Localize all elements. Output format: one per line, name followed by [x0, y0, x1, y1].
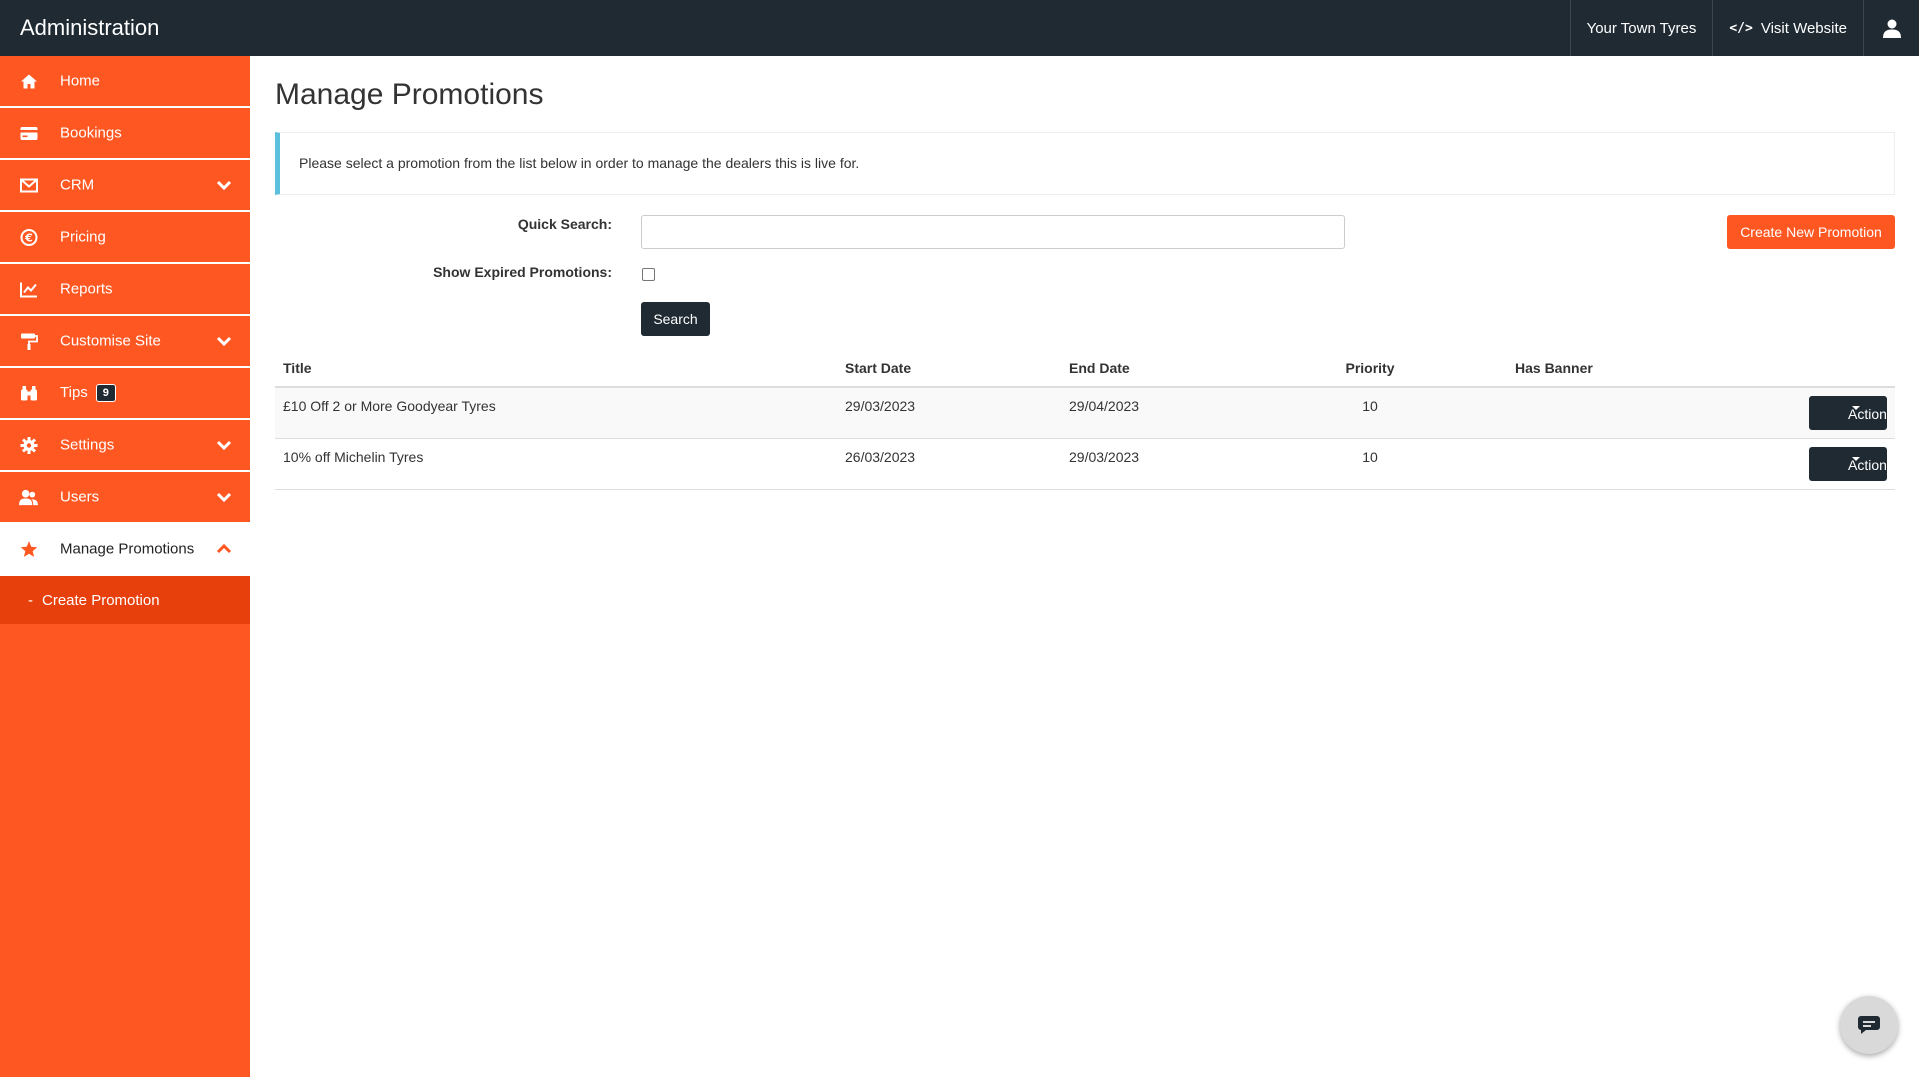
- home-icon: [19, 72, 38, 91]
- visit-website-link[interactable]: </> Visit Website: [1712, 0, 1863, 56]
- users-icon: [19, 488, 38, 507]
- sidebar-subitem-create-promotion[interactable]: - Create Promotion: [0, 576, 250, 624]
- cell-start-date: 26/03/2023: [845, 449, 916, 465]
- table-row[interactable]: £10 Off 2 or More Goodyear Tyres 29/03/2…: [275, 388, 1895, 439]
- show-expired-checkbox[interactable]: [642, 268, 655, 281]
- search-button[interactable]: Search: [641, 302, 710, 336]
- header-end-date[interactable]: End Date: [1069, 360, 1130, 376]
- cell-end-date: 29/04/2023: [1069, 398, 1140, 414]
- header-title[interactable]: Title: [283, 360, 312, 376]
- sidebar-item-reports[interactable]: Reports: [0, 264, 250, 316]
- page-title: Manage Promotions: [275, 78, 544, 111]
- sidebar-item-label: Customise Site: [60, 332, 161, 350]
- info-alert: Please select a promotion from the list …: [275, 132, 1895, 195]
- header-start-date[interactable]: Start Date: [845, 360, 911, 376]
- euro-icon: €: [19, 228, 38, 247]
- sidebar-item-label: Settings: [60, 436, 115, 454]
- dealer-name-link[interactable]: Your Town Tyres: [1569, 0, 1713, 56]
- cell-title: 10% off Michelin Tyres: [283, 449, 424, 465]
- chevron-down-icon: [216, 180, 232, 191]
- binoculars-icon: [19, 384, 38, 403]
- sidebar-item-label: Reports: [60, 280, 113, 298]
- sidebar-item-label: Users: [60, 488, 100, 506]
- chat-widget-button[interactable]: [1840, 996, 1898, 1054]
- dealer-name-label: Your Town Tyres: [1586, 19, 1697, 37]
- paint-roller-icon: [19, 332, 38, 351]
- create-new-promotion-button[interactable]: Create New Promotion: [1727, 215, 1895, 249]
- chevron-down-icon: [216, 492, 232, 503]
- sidebar-item-label: Tips 9: [60, 384, 116, 402]
- cell-start-date: 29/03/2023: [845, 398, 916, 414]
- code-icon: </>: [1729, 20, 1753, 36]
- user-icon: [1882, 19, 1901, 38]
- sidebar-item-manage-promotions[interactable]: Manage Promotions: [0, 524, 250, 576]
- sidebar: Home Bookings CRM € Pricing Reports Cust…: [0, 56, 250, 1077]
- chart-icon: [19, 280, 38, 299]
- sidebar-item-label: Bookings: [60, 124, 122, 142]
- sidebar-item-bookings[interactable]: Bookings: [0, 108, 250, 160]
- cell-title: £10 Off 2 or More Goodyear Tyres: [283, 398, 496, 414]
- tips-label: Tips: [60, 384, 88, 401]
- quick-search-label: Quick Search:: [517, 216, 612, 232]
- header-has-banner[interactable]: Has Banner: [1515, 360, 1593, 376]
- sidebar-item-customise-site[interactable]: Customise Site: [0, 316, 250, 368]
- sidebar-item-settings[interactable]: Settings: [0, 420, 250, 472]
- subitem-label: Create Promotion: [42, 591, 160, 609]
- chevron-down-icon: [216, 336, 232, 347]
- caret-down-icon: [1852, 406, 1860, 410]
- subitem-prefix: -: [28, 591, 33, 609]
- app-title: Administration: [20, 15, 160, 40]
- envelope-icon: [19, 176, 38, 195]
- svg-text:€: €: [24, 231, 33, 244]
- quick-search-input[interactable]: [641, 215, 1345, 249]
- action-dropdown-button[interactable]: Action: [1809, 447, 1887, 481]
- sidebar-item-crm[interactable]: CRM: [0, 160, 250, 212]
- chevron-down-icon: [216, 440, 232, 451]
- gear-icon: [19, 436, 38, 455]
- caret-down-icon: [1852, 457, 1860, 461]
- top-right-menu: Your Town Tyres </> Visit Website: [1569, 0, 1919, 56]
- visit-website-label: Visit Website: [1760, 19, 1847, 37]
- cell-priority: 10: [1362, 449, 1378, 465]
- sidebar-item-tips[interactable]: Tips 9: [0, 368, 250, 420]
- chat-icon: [1858, 1016, 1880, 1034]
- sidebar-item-label: CRM: [60, 176, 95, 194]
- credit-card-icon: [19, 124, 38, 143]
- star-icon: [19, 540, 38, 559]
- sidebar-item-home[interactable]: Home: [0, 56, 250, 108]
- action-dropdown-button[interactable]: Action: [1809, 396, 1887, 430]
- sidebar-item-label: Home: [60, 72, 101, 90]
- table-header: Title Start Date End Date Priority Has B…: [275, 351, 1895, 388]
- tips-count-badge: 9: [95, 384, 116, 402]
- cell-priority: 10: [1362, 398, 1378, 414]
- header-priority[interactable]: Priority: [1340, 360, 1400, 376]
- promotions-table: Title Start Date End Date Priority Has B…: [275, 351, 1895, 490]
- top-navbar: Administration Your Town Tyres </> Visit…: [0, 0, 1919, 56]
- sidebar-item-users[interactable]: Users: [0, 472, 250, 524]
- table-row[interactable]: 10% off Michelin Tyres 26/03/2023 29/03/…: [275, 439, 1895, 490]
- user-menu-button[interactable]: [1863, 0, 1919, 56]
- cell-end-date: 29/03/2023: [1069, 449, 1140, 465]
- show-expired-label: Show Expired Promotions:: [433, 264, 612, 280]
- sidebar-item-pricing[interactable]: € Pricing: [0, 212, 250, 264]
- chevron-up-icon: [216, 543, 232, 554]
- sidebar-item-label: Manage Promotions: [60, 540, 195, 558]
- sidebar-item-label: Pricing: [60, 228, 106, 246]
